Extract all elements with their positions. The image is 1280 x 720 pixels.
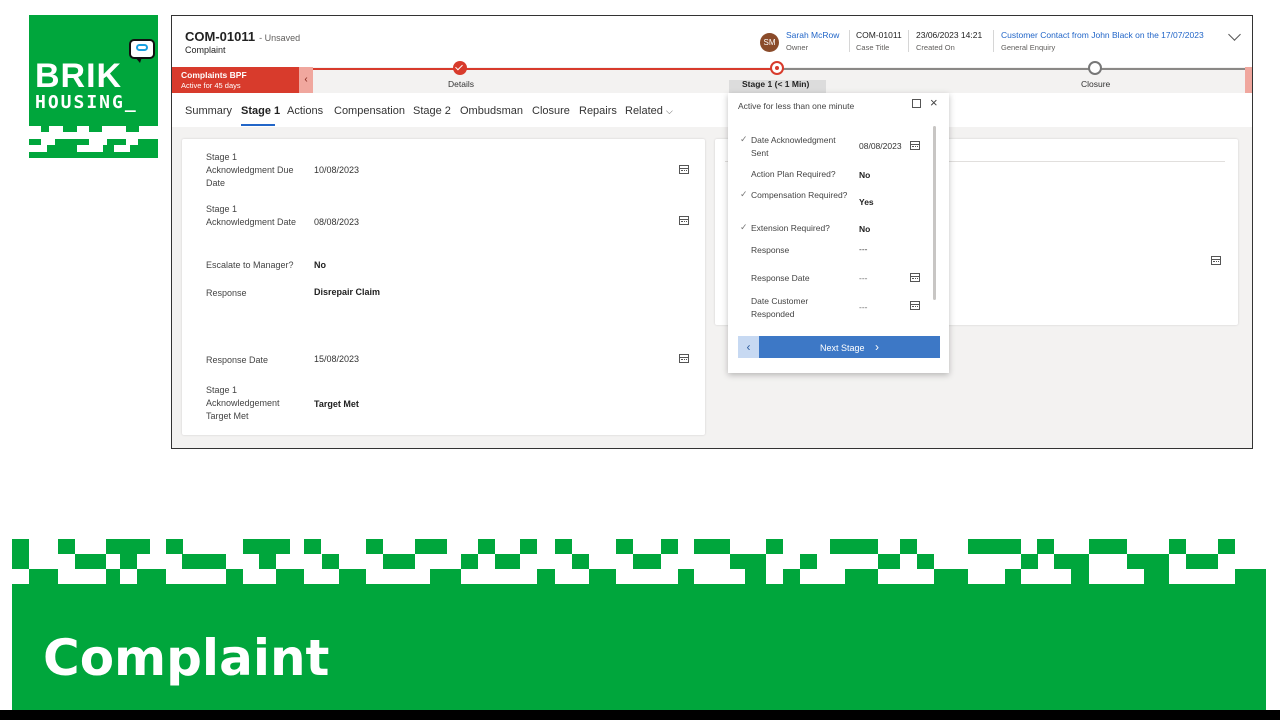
general-enquiry-field[interactable]: Customer Contact from John Black on the … xyxy=(1001,30,1204,52)
slide: BRIK HOUSING_ COM-01011- Unsaved Complai… xyxy=(0,0,1280,710)
stage-1-label[interactable]: Stage 1 (< 1 Min) xyxy=(742,79,809,89)
bpf-scroll-left-button[interactable]: ‹ xyxy=(299,67,313,93)
enquiry-link[interactable]: Customer Contact from John Black on the … xyxy=(1001,30,1204,40)
tab-actions[interactable]: Actions xyxy=(287,105,323,117)
flyout-response-field[interactable]: --- xyxy=(859,244,868,254)
response-field[interactable]: Disrepair Claim xyxy=(314,287,380,297)
owner-field[interactable]: Sarah McRow Owner xyxy=(786,30,839,52)
slide-title: Complaint xyxy=(43,629,330,687)
compensation-required-field[interactable]: Yes xyxy=(859,197,874,207)
calendar-icon[interactable] xyxy=(679,165,689,174)
flyout-field-label: Action Plan Required? xyxy=(751,169,836,179)
logo-wordmark-brik: BRIK xyxy=(35,57,123,95)
ack-due-date-input[interactable]: 10/08/2023 xyxy=(314,165,359,175)
owner-avatar[interactable]: SM xyxy=(760,33,779,52)
stage-1-active-icon[interactable] xyxy=(770,61,784,75)
field-label: Response Date xyxy=(206,355,269,365)
stage-flyout: Active for less than one minute × ✓ Date… xyxy=(728,93,949,373)
field-label: Stage 1 Acknowledgement Target Met xyxy=(206,385,280,421)
calendar-icon[interactable] xyxy=(679,216,689,225)
form-tabs: Summary Stage 1 Actions Compensation Sta… xyxy=(172,93,1252,127)
field-label: Response xyxy=(206,288,247,298)
field-label: Escalate to Manager? xyxy=(206,260,294,270)
response-date-input[interactable]: 15/08/2023 xyxy=(314,354,359,364)
tab-ombudsman[interactable]: Ombudsman xyxy=(460,105,523,117)
chevron-right-icon: › xyxy=(875,340,880,354)
business-process-flow: Complaints BPF Active for 45 days ‹ Deta… xyxy=(172,61,1252,93)
checkmark-icon: ✓ xyxy=(740,222,748,232)
pop-out-icon[interactable] xyxy=(912,99,921,108)
field-label: Stage 1 Acknowledgment Date xyxy=(206,204,297,227)
tab-summary[interactable]: Summary xyxy=(185,105,232,117)
flyout-field-label: Extension Required? xyxy=(751,223,830,233)
calendar-icon[interactable] xyxy=(910,273,920,282)
escalate-to-manager-field[interactable]: No xyxy=(314,260,326,270)
record-entity-name: Complaint xyxy=(185,45,226,55)
bpf-scroll-right-button[interactable] xyxy=(1245,67,1252,93)
date-ack-sent-input[interactable]: 08/08/2023 xyxy=(859,141,902,151)
tab-repairs[interactable]: Repairs xyxy=(579,105,617,117)
ack-date-input[interactable]: 08/08/2023 xyxy=(314,217,359,227)
tab-closure[interactable]: Closure xyxy=(532,105,570,117)
calendar-icon[interactable] xyxy=(1211,256,1221,265)
chevron-down-icon: ⌵ xyxy=(665,106,673,116)
extension-required-field[interactable]: No xyxy=(859,224,870,234)
close-icon[interactable]: × xyxy=(930,95,938,110)
next-stage-button[interactable]: Next Stage › xyxy=(759,336,940,358)
logo-wordmark-housing: HOUSING_ xyxy=(35,92,138,113)
record-header: COM-01011- Unsaved Complaint SM Sarah Mc… xyxy=(172,16,1252,67)
checkmark-icon: ✓ xyxy=(740,189,748,199)
crm-screenshot: COM-01011- Unsaved Complaint SM Sarah Mc… xyxy=(171,15,1253,449)
case-title-field: COM-01011 Case Title xyxy=(856,30,902,52)
tab-related[interactable]: Related ⌵ xyxy=(625,105,673,117)
date-customer-responded-input[interactable]: --- xyxy=(859,302,868,312)
flyout-field-label: Compensation Required? xyxy=(751,190,848,200)
stage-1-form-section: Stage 1 Acknowledgment Due Date 10/08/20… xyxy=(182,139,705,435)
calendar-icon[interactable] xyxy=(679,354,689,363)
flyout-title: Active for less than one minute xyxy=(738,101,855,111)
created-on-field: 23/06/2023 14:21 Created On xyxy=(916,30,983,52)
target-met-field[interactable]: Target Met xyxy=(314,399,359,409)
previous-stage-button[interactable]: ‹ xyxy=(738,336,759,358)
tab-stage-2[interactable]: Stage 2 xyxy=(413,105,451,117)
checkmark-icon: ✓ xyxy=(740,134,748,144)
stage-details-label[interactable]: Details xyxy=(448,79,474,89)
brik-housing-logo: BRIK HOUSING_ xyxy=(29,15,158,158)
flyout-field-label: Response xyxy=(751,245,790,255)
stage-details-complete-icon[interactable] xyxy=(453,61,467,75)
field-label: Stage 1 Acknowledgment Due Date xyxy=(206,152,294,188)
active-tab-indicator xyxy=(241,124,275,126)
flyout-scrollbar[interactable] xyxy=(933,126,936,300)
flyout-response-date-input[interactable]: --- xyxy=(859,273,868,283)
flyout-field-label: Date Acknowledgment Sent xyxy=(751,135,836,158)
tab-stage-1[interactable]: Stage 1 xyxy=(241,105,280,117)
owner-name-link[interactable]: Sarah McRow xyxy=(786,30,839,40)
stage-closure-pending-icon[interactable] xyxy=(1088,61,1102,75)
tab-compensation[interactable]: Compensation xyxy=(334,105,405,117)
calendar-icon[interactable] xyxy=(910,141,920,150)
stage-closure-label[interactable]: Closure xyxy=(1081,79,1110,89)
action-plan-required-field[interactable]: No xyxy=(859,170,870,180)
record-title: COM-01011- Unsaved xyxy=(185,29,301,44)
bpf-name-badge[interactable]: Complaints BPF Active for 45 days xyxy=(172,67,299,93)
flyout-field-label: Date Customer Responded xyxy=(751,296,809,319)
unsaved-indicator: - Unsaved xyxy=(259,33,301,43)
flyout-field-label: Response Date xyxy=(751,273,810,283)
expand-header-chevron-icon[interactable] xyxy=(1228,28,1241,41)
calendar-icon[interactable] xyxy=(910,301,920,310)
chat-bubble-icon xyxy=(129,39,155,63)
